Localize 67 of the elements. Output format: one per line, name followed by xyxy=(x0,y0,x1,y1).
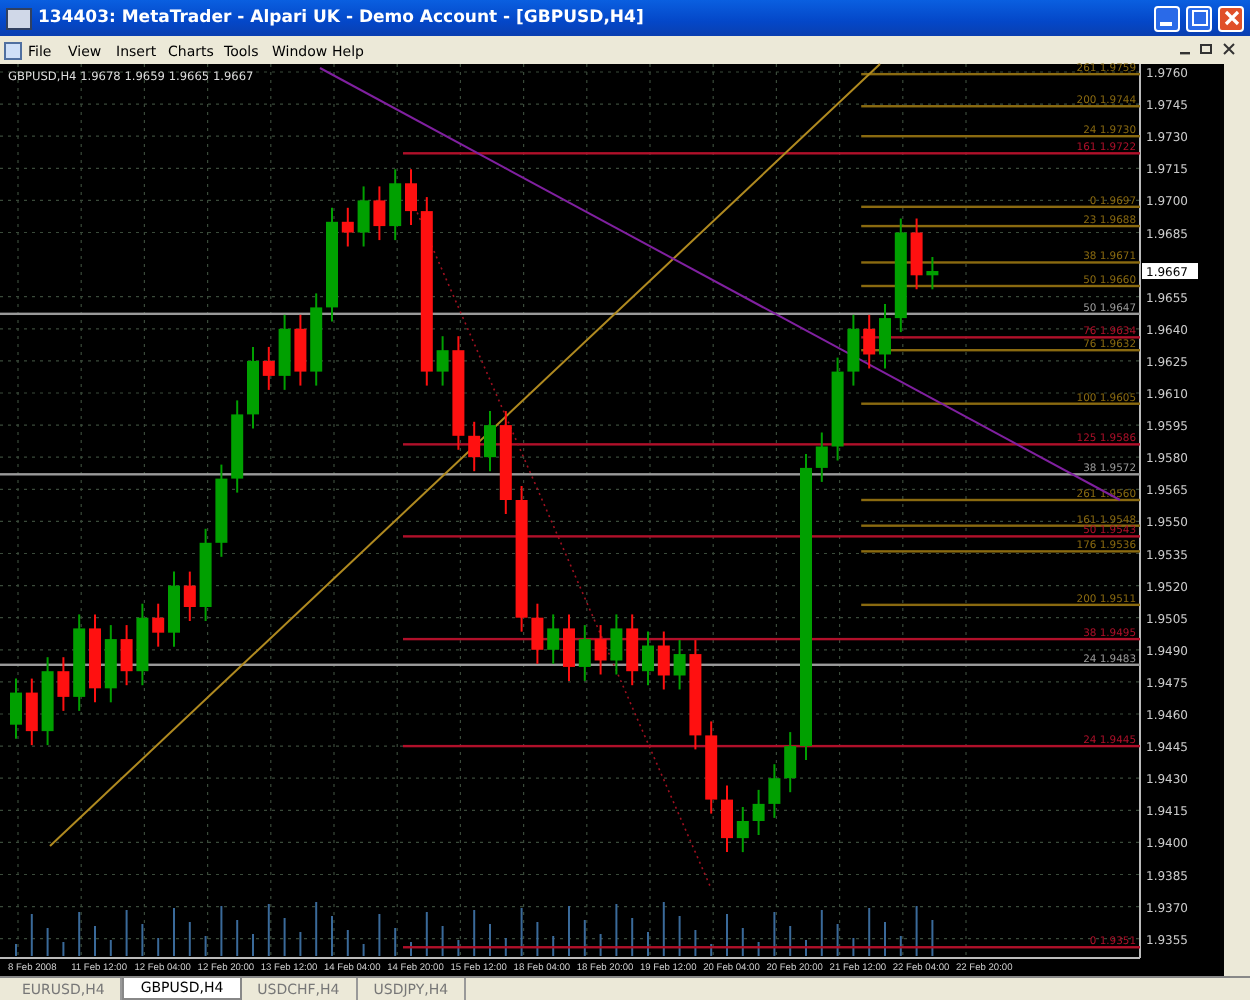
candle xyxy=(262,345,275,391)
candle xyxy=(547,613,560,665)
minimize-icon[interactable] xyxy=(1180,52,1190,55)
candle xyxy=(89,613,101,704)
candle xyxy=(484,410,496,473)
candle xyxy=(183,570,196,622)
candle xyxy=(326,206,338,323)
candle xyxy=(405,168,417,227)
candle xyxy=(673,639,686,691)
candle xyxy=(721,784,733,854)
candle xyxy=(104,624,117,704)
candle xyxy=(910,217,923,291)
maximize-button[interactable] xyxy=(1186,5,1212,31)
candle xyxy=(436,335,449,387)
candle xyxy=(152,602,165,648)
candle xyxy=(768,763,781,819)
candle xyxy=(705,720,718,815)
candle xyxy=(41,656,54,747)
minimize-button[interactable] xyxy=(1154,5,1180,31)
candle xyxy=(10,677,22,740)
candle xyxy=(199,527,212,622)
candle xyxy=(926,256,939,291)
candle xyxy=(594,624,607,676)
candle xyxy=(499,410,512,515)
chart-menu-icon[interactable] xyxy=(5,43,21,59)
candle xyxy=(231,399,244,494)
candle xyxy=(468,420,481,473)
close-button[interactable] xyxy=(1218,5,1244,31)
candle xyxy=(689,639,702,751)
candle xyxy=(452,335,465,451)
candle xyxy=(863,313,876,370)
candle xyxy=(657,630,670,691)
candle xyxy=(357,185,370,248)
candle xyxy=(215,463,228,558)
candle xyxy=(120,624,133,687)
candle xyxy=(752,788,765,836)
maximize-icon xyxy=(1191,10,1207,26)
candle xyxy=(563,613,575,682)
candle xyxy=(736,806,749,854)
candle xyxy=(847,313,860,387)
candle xyxy=(831,356,844,462)
candle xyxy=(389,168,402,242)
candle xyxy=(25,677,38,747)
candle xyxy=(815,431,828,483)
candle xyxy=(310,292,323,387)
candle xyxy=(894,217,907,334)
candle xyxy=(610,613,623,676)
candle xyxy=(278,313,291,391)
candle xyxy=(247,345,259,430)
candle xyxy=(626,613,639,687)
candle xyxy=(879,303,891,370)
candle xyxy=(294,313,307,387)
candle xyxy=(168,570,180,648)
window-title: 134403: MetaTrader - Alpari UK - Demo Account - [GBPUSD,H4] xyxy=(38,8,646,28)
close-icon[interactable] xyxy=(1223,43,1235,55)
candle xyxy=(57,656,70,712)
candle xyxy=(578,624,591,682)
candle xyxy=(341,206,354,248)
app-icon xyxy=(6,7,32,29)
candle xyxy=(642,630,654,687)
candle xyxy=(73,613,86,712)
restore-icon[interactable] xyxy=(1200,44,1212,54)
candle xyxy=(136,602,149,687)
candle xyxy=(373,185,386,242)
candle xyxy=(531,602,544,665)
close-icon xyxy=(1223,10,1239,26)
candle xyxy=(784,731,797,794)
